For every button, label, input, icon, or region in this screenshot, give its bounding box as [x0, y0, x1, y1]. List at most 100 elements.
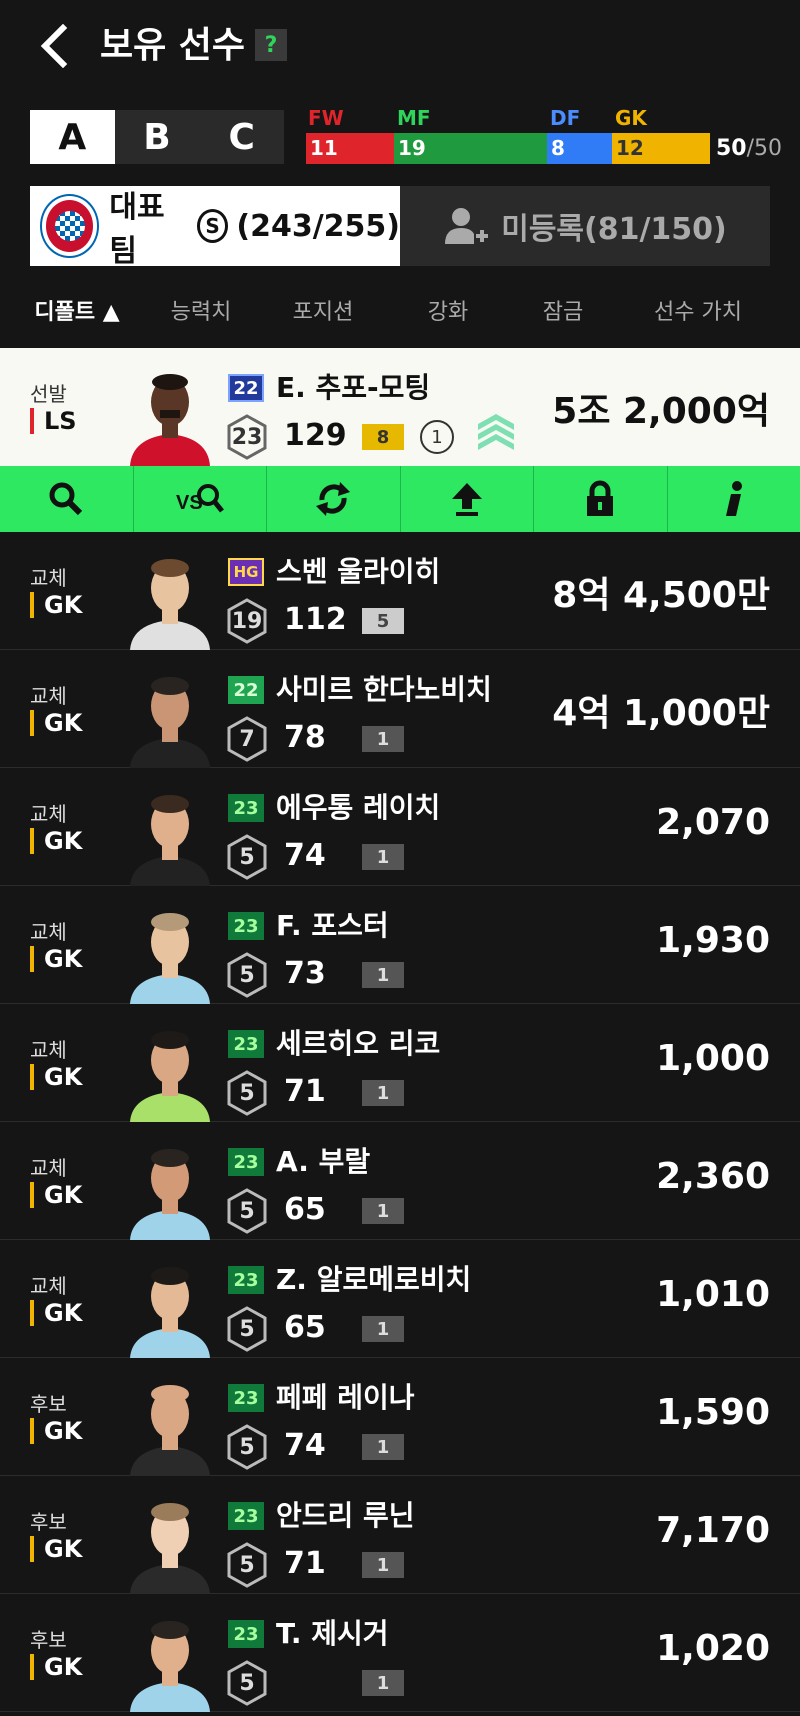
player-role: 교체 [30, 1038, 67, 1062]
squad-tab-b[interactable]: B [115, 110, 200, 164]
position-distribution-bar: 11 19 8 12 [306, 133, 710, 164]
player-position: GK [30, 1654, 82, 1680]
squad-tab-c[interactable]: C [199, 110, 284, 164]
lock-button[interactable] [534, 466, 668, 532]
player-name: 에우통 레이치 [276, 791, 441, 824]
player-position: GK [30, 1300, 82, 1326]
player-count: 1 [420, 420, 454, 454]
player-ovr: 71 [284, 1546, 326, 1581]
grade-badge: 5 [226, 1660, 268, 1706]
player-ovr: 73 [284, 956, 326, 991]
player-photo [126, 358, 214, 466]
player-value: 1,000 [656, 1038, 770, 1079]
sort-tab-lock[interactable]: 잠금 [498, 294, 628, 326]
enhance-level: 1 [362, 1316, 404, 1342]
player-position: GK [30, 1064, 82, 1090]
player-ovr: 65 [284, 1310, 326, 1345]
player-value: 1,020 [656, 1628, 770, 1669]
grade-badge: 7 [226, 716, 268, 762]
position-label-gk: GK [615, 106, 647, 130]
player-ovr: 74 [284, 1428, 326, 1463]
season-badge: 23 [228, 1384, 264, 1412]
player-row[interactable]: 후보 GK 23 안드리 루닌 5 71 1 7,170 [0, 1476, 800, 1594]
position-label-fw: FW [308, 106, 344, 130]
player-row[interactable]: 교체 GK HG 스벤 울라이히 19 112 5 8억 4,500만 [0, 532, 800, 650]
upgrade-button[interactable] [401, 466, 534, 532]
enhance-level: 1 [362, 844, 404, 870]
sort-tab-value[interactable]: 선수 가치 [628, 294, 768, 326]
squad-tab-a[interactable]: A [30, 110, 115, 164]
season-badge: 23 [228, 1620, 264, 1648]
sort-tab-position[interactable]: 포지션 [248, 294, 398, 326]
player-row[interactable]: 교체 GK 22 사미르 한다노비치 7 78 1 4억 1,000만 [0, 650, 800, 768]
position-label-mf: MF [397, 106, 431, 130]
grade-badge: 5 [226, 1070, 268, 1116]
player-name: 사미르 한다노비치 [276, 673, 492, 706]
search-button[interactable] [0, 466, 134, 532]
player-row[interactable]: 교체 GK 23 F. 포스터 5 73 1 1,930 [0, 886, 800, 1004]
enhance-level: 1 [362, 1434, 404, 1460]
player-value: 1,010 [656, 1274, 770, 1315]
player-role: 후보 [30, 1392, 67, 1416]
player-name: 안드리 루닌 [276, 1499, 415, 1532]
compare-button[interactable]: VS [134, 466, 267, 532]
back-button[interactable] [30, 18, 78, 74]
sort-tab-enhance[interactable]: 강화 [398, 294, 498, 326]
player-row[interactable]: 교체 GK 23 A. 부랄 5 65 1 2,360 [0, 1122, 800, 1240]
player-position: GK [30, 828, 82, 854]
grade-badge: 19 [226, 598, 268, 644]
player-row[interactable]: 교체 GK 23 에우통 레이치 5 74 1 2,070 [0, 768, 800, 886]
player-row[interactable]: 후보 GK 23 페페 레이나 5 74 1 1,590 [0, 1358, 800, 1476]
player-role: 후보 [30, 1628, 67, 1652]
player-position: LS [30, 408, 77, 434]
team-count: (243/255) [236, 208, 400, 244]
compare-icon: VS [176, 484, 224, 514]
player-name: Z. 알로메로비치 [276, 1263, 472, 1296]
enhance-level: 1 [362, 1198, 404, 1224]
grade-badge: 5 [226, 1188, 268, 1234]
unregistered-label: 미등록(81/150) [501, 212, 727, 247]
enhance-level: 1 [362, 962, 404, 988]
starter-player-row[interactable]: 선발 LS 22 E. 추포-모팅 23 129 8 1 5조 2,000억 [0, 348, 800, 466]
position-count-fw: 11 [306, 133, 394, 164]
player-photo [126, 1250, 214, 1358]
player-value: 1,590 [656, 1392, 770, 1433]
position-total-count: 50 [716, 136, 747, 161]
upgrade-arrows-icon [478, 414, 514, 456]
position-total-max: /50 [746, 136, 783, 161]
help-button[interactable]: ? [255, 29, 287, 61]
player-name: 페페 레이나 [276, 1381, 415, 1414]
player-row[interactable]: 교체 GK 23 세르히오 리코 5 71 1 1,000 [0, 1004, 800, 1122]
position-count-df: 8 [547, 133, 612, 164]
sort-tab-ability[interactable]: 능력치 [154, 294, 248, 326]
player-position: GK [30, 1418, 82, 1444]
info-button[interactable] [668, 466, 800, 532]
search-icon [49, 482, 83, 516]
player-value: 7,170 [656, 1510, 770, 1551]
player-name: F. 포스터 [276, 909, 389, 942]
team-tab[interactable]: 대표팀 S (243/255) [30, 186, 400, 269]
player-role: 후보 [30, 1510, 67, 1534]
sort-tab-default[interactable]: 디폴트 ▲ [0, 294, 154, 326]
player-row[interactable]: 교체 GK 23 Z. 알로메로비치 5 65 1 1,010 [0, 1240, 800, 1358]
grade-badge: 5 [226, 1542, 268, 1588]
add-user-icon [445, 208, 489, 244]
unregistered-tab[interactable]: 미등록(81/150) [400, 186, 770, 266]
player-row[interactable]: 후보 GK 23 T. 제시거 5 1 1,020 [0, 1594, 800, 1712]
player-ovr: 78 [284, 720, 326, 755]
player-role: 교체 [30, 1274, 67, 1298]
swap-button[interactable] [267, 466, 401, 532]
player-position: GK [30, 1182, 82, 1208]
chevron-left-icon [40, 24, 68, 68]
player-photo [126, 1486, 214, 1594]
player-position: GK [30, 946, 82, 972]
season-badge: 23 [228, 794, 264, 822]
season-badge: 22 [228, 676, 264, 704]
enhance-level: 1 [362, 1552, 404, 1578]
sort-tabs: 디폴트 ▲ 능력치 포지션 강화 잠금 선수 가치 [0, 284, 800, 336]
grade-badge: 5 [226, 952, 268, 998]
player-name: E. 추포-모팅 [276, 371, 431, 404]
enhance-level: 5 [362, 608, 404, 634]
action-bar: VS [0, 466, 800, 532]
player-position: GK [30, 710, 82, 736]
